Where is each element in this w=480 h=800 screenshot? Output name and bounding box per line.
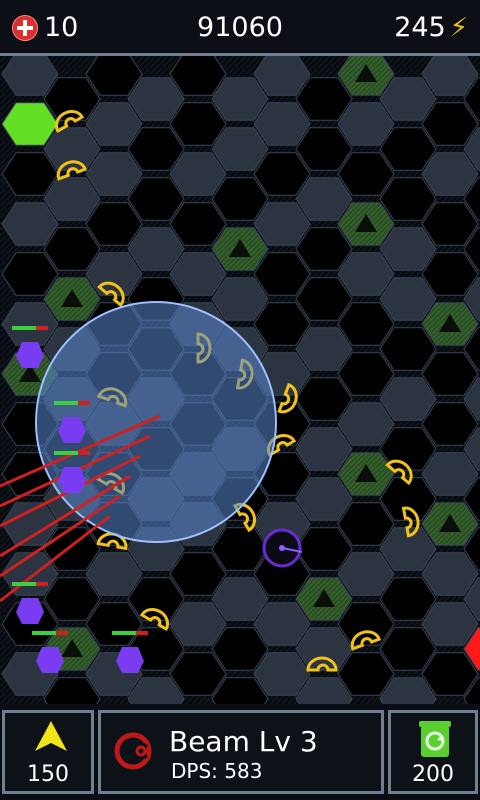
game-board[interactable] bbox=[0, 56, 480, 704]
top-hud-bar: 10 91060 245 ⚡ bbox=[0, 0, 480, 56]
recycle-bin-icon bbox=[419, 721, 451, 757]
energy-display: 245 ⚡ bbox=[394, 12, 468, 43]
arrow-up-icon bbox=[35, 721, 67, 751]
selected-tower-info: Beam Lv 3 DPS: 583 bbox=[98, 710, 384, 794]
sell-button[interactable]: 200 bbox=[388, 710, 478, 794]
beam-tower-icon bbox=[114, 732, 152, 770]
energy-count: 245 bbox=[394, 12, 446, 43]
tower-dps: DPS: 583 bbox=[171, 759, 263, 783]
beam-tower[interactable] bbox=[262, 528, 303, 568]
bottom-control-bar: 150 Beam Lv 3 DPS: 583 200 bbox=[0, 704, 480, 800]
upgrade-button[interactable]: 150 bbox=[2, 710, 94, 794]
tower-name: Beam Lv 3 bbox=[169, 725, 318, 758]
lightning-icon: ⚡ bbox=[449, 13, 468, 43]
sell-value: 200 bbox=[412, 762, 454, 787]
upgrade-cost: 150 bbox=[27, 762, 69, 787]
